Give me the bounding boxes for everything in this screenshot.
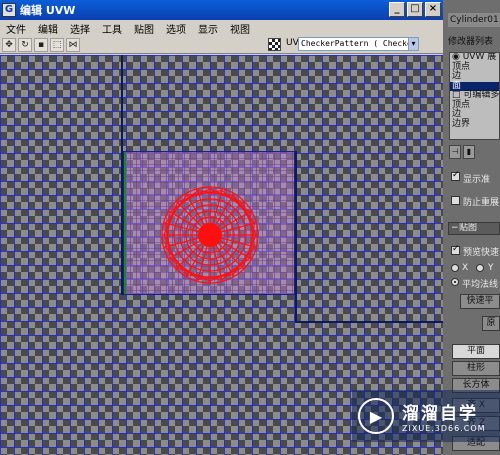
close-button[interactable]: × (425, 2, 441, 17)
quick-planar-button[interactable]: 快速平 (460, 294, 500, 309)
stack-buttons: ⊣ ▮ (449, 145, 500, 161)
modifier-stack[interactable]: ◉ UVW 展 顶点 边 面 □ 可编辑多 顶点 边 边界 (449, 52, 500, 140)
play-logo-icon: ▶ (358, 398, 394, 434)
menu-tools[interactable]: 工具 (96, 21, 128, 36)
axis-x-label: X (462, 263, 469, 273)
misc-button[interactable]: 原 (482, 316, 500, 331)
modifier-list-dropdown[interactable]: 修改器列表 (448, 34, 500, 46)
mapping-rollup[interactable]: 贴图 (448, 222, 500, 235)
uv-mesh-drawing (161, 186, 259, 284)
object-name-field[interactable]: Cylinder01 (448, 13, 500, 27)
uvw-editor-window: G 编辑 UVW _ □ × 文件 编辑 选择 工具 贴图 选项 显示 视图 ✥… (0, 0, 443, 455)
chevron-down-icon[interactable]: ▾ (408, 37, 419, 51)
preview-checkbox-label: 预览快速 (463, 248, 500, 258)
prevent-checkbox[interactable] (451, 196, 460, 205)
stack-item[interactable]: 边界 (450, 119, 499, 130)
menu-view[interactable]: 视图 (224, 21, 256, 36)
texture-map-select[interactable]: CheckerPattern ( Checker (298, 37, 410, 51)
window-title: 编辑 UVW (20, 4, 76, 17)
rotate-icon[interactable]: ↻ (18, 37, 32, 52)
menu-bar: 文件 编辑 选择 工具 贴图 选项 显示 视图 (0, 20, 443, 36)
menu-display[interactable]: 显示 (192, 21, 224, 36)
pin-stack-icon[interactable]: ⊣ (449, 145, 461, 159)
menu-file[interactable]: 文件 (0, 21, 32, 36)
menu-select[interactable]: 选择 (64, 21, 96, 36)
show-end-result-icon[interactable]: ▮ (463, 145, 475, 159)
maximize-button[interactable]: □ (407, 2, 423, 17)
app-icon: G (2, 3, 16, 17)
axis-x-radio[interactable] (451, 264, 459, 272)
show-checkbox[interactable] (451, 170, 460, 181)
green-edge (124, 152, 126, 294)
planar-button[interactable]: 平面 (452, 344, 500, 359)
uv-label: UV (286, 38, 299, 48)
move-icon[interactable]: ✥ (2, 37, 16, 52)
menu-mapping[interactable]: 贴图 (128, 21, 160, 36)
mesh-center (198, 223, 222, 247)
axis-y-label: Y (488, 263, 494, 273)
checker-map-icon[interactable] (268, 38, 281, 51)
watermark-url: ZIXUE.3D66.COM (402, 424, 486, 433)
normal-label: 平均法线 (462, 280, 499, 290)
freeform-icon[interactable]: ⬚ (50, 37, 64, 52)
minimize-button[interactable]: _ (389, 2, 405, 17)
axis-y-radio[interactable] (476, 264, 484, 272)
uv-axis-horizontal (295, 321, 443, 323)
scale-icon[interactable]: ▪ (34, 37, 48, 52)
prevent-checkbox-label: 防止重展 (463, 198, 500, 208)
watermark: ▶ 溜溜自学 ZIXUE.3D66.COM (352, 390, 500, 442)
cylindrical-button[interactable]: 柱形 (452, 361, 500, 376)
title-bar: G 编辑 UVW _ □ × (0, 0, 443, 20)
uv-axis-right (295, 151, 297, 323)
uv-mesh-selection[interactable] (160, 185, 260, 285)
menu-options[interactable]: 选项 (160, 21, 192, 36)
normal-radio[interactable] (451, 278, 459, 286)
menu-edit[interactable]: 编辑 (32, 21, 64, 36)
watermark-name: 溜溜自学 (402, 404, 478, 424)
mirror-icon[interactable]: ⋈ (66, 37, 80, 52)
show-checkbox-label: 显示准 (463, 175, 491, 185)
preview-checkbox[interactable] (451, 244, 460, 255)
